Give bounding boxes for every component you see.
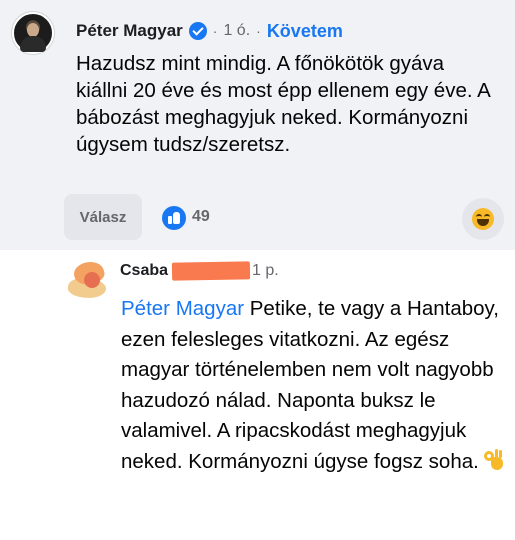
verified-badge-icon	[188, 22, 207, 40]
reply-button[interactable]: Válasz	[64, 194, 142, 240]
comment-header: Péter Magyar · 1 ó. · Követem	[76, 18, 343, 44]
follow-button[interactable]: Követem	[267, 21, 343, 42]
reply-time[interactable]: 1 p.	[252, 262, 279, 280]
avatar[interactable]	[12, 12, 54, 54]
reply-header: Csaba 1 p.	[120, 261, 279, 281]
separator: ·	[256, 23, 261, 39]
avatar[interactable]	[66, 258, 110, 302]
redaction-mark	[171, 261, 251, 281]
comment-author[interactable]: Péter Magyar	[76, 21, 183, 41]
comment-text: Hazudsz mint mindig. A főnökötök gyáva k…	[76, 52, 490, 156]
top-comment: Péter Magyar · 1 ó. · Követem Hazudsz mi…	[0, 0, 515, 250]
laughing-emoji-icon	[472, 208, 494, 230]
like-count[interactable]: 49	[192, 208, 210, 226]
mention-link[interactable]: Péter Magyar	[121, 297, 244, 320]
like-thumb-icon[interactable]	[162, 206, 186, 230]
reply-author[interactable]: Csaba	[120, 262, 168, 280]
comment-time[interactable]: 1 ó.	[223, 22, 250, 40]
reaction-button[interactable]	[462, 198, 504, 240]
ok-hand-emoji-icon	[483, 448, 505, 471]
separator: ·	[212, 23, 218, 39]
reply-body: Petike, te vagy a Hantaboy, ezen felesle…	[121, 297, 499, 473]
reply-text: Péter Magyar Petike, te vagy a Hantaboy,…	[121, 294, 506, 477]
